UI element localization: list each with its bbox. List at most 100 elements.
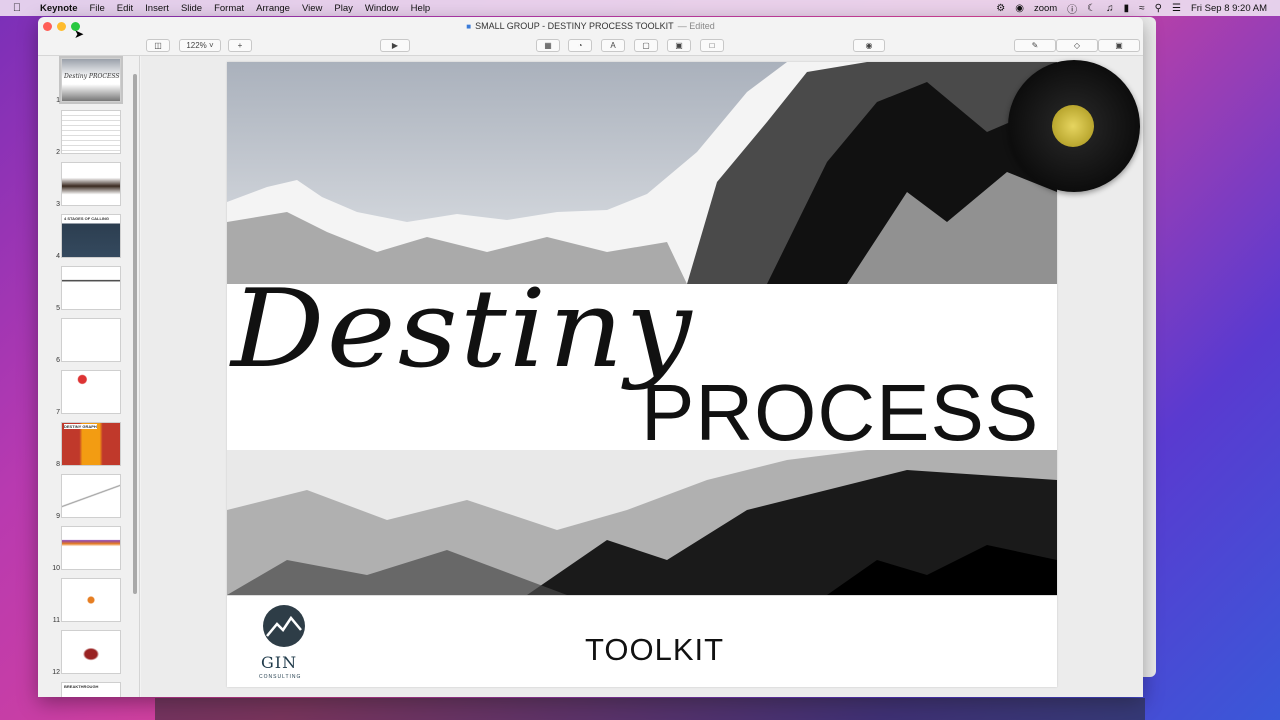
slide-thumb-title: Destiny PROCESS — [64, 73, 120, 80]
slide-thumb-row[interactable]: 2 — [38, 108, 138, 158]
text-button[interactable]: A — [601, 38, 625, 52]
control-center-icon[interactable]: ☰ — [1167, 3, 1186, 14]
slide-thumbnail[interactable] — [61, 630, 121, 674]
minimize-button[interactable] — [57, 22, 66, 31]
add-slide-button[interactable]: + — [228, 38, 252, 52]
slide-thumb-row[interactable]: DESTINY GRAPH 8 — [38, 420, 138, 470]
view-button[interactable]: ◫ — [146, 38, 170, 52]
camera-overlay[interactable] — [1008, 60, 1140, 192]
slide-thumb-row[interactable]: 3 — [38, 160, 138, 210]
slide-thumb-row[interactable]: 6 — [38, 316, 138, 366]
table-button[interactable]: ▦ — [536, 38, 560, 52]
title-bar[interactable]: ■ SMALL GROUP - DESTINY PROCESS TOOLKIT … — [38, 17, 1143, 35]
text-icon: A — [610, 40, 616, 50]
menu-view[interactable]: View — [296, 3, 328, 14]
chart-button[interactable]: ◔ — [568, 38, 592, 52]
menu-play[interactable]: Play — [328, 3, 358, 14]
collaborate-button[interactable]: ◉ — [853, 38, 885, 52]
slide-number: 9 — [56, 513, 60, 520]
format-button[interactable]: ✎ — [1014, 38, 1056, 52]
window-title: SMALL GROUP - DESTINY PROCESS TOOLKIT — [475, 21, 674, 31]
slide-thumb-title: 4 STAGES OF CALLING — [64, 216, 110, 221]
sidebar-scrollbar[interactable] — [133, 74, 137, 594]
media-button[interactable]: ▣ — [667, 38, 691, 52]
menu-arrange[interactable]: Arrange — [250, 3, 296, 14]
dock — [155, 698, 1145, 720]
clock[interactable]: Fri Sep 8 9:20 AM — [1186, 3, 1272, 14]
play-icon: ▶ — [391, 40, 399, 50]
gear-icon[interactable]: ⚙ — [991, 3, 1010, 14]
moon-icon[interactable]: ☾ — [1082, 3, 1101, 14]
slide-thumbnail[interactable]: Destiny PROCESS — [59, 56, 123, 104]
cursor-icon: ➤ — [74, 27, 85, 41]
slide-thumbnail[interactable]: 4 STAGES OF CALLING — [61, 214, 121, 258]
slide-thumb-row[interactable]: 9 — [38, 472, 138, 522]
menu-format[interactable]: Format — [208, 3, 250, 14]
play-button[interactable]: ▶ — [380, 38, 410, 52]
slide-thumbnail[interactable]: DESTINY GRAPH — [61, 422, 121, 466]
slide-thumbnail[interactable] — [61, 162, 121, 206]
slide-navigator: Destiny PROCESS 1 2 3 4 STAGES OF CALLIN… — [38, 56, 140, 697]
info-icon[interactable]: ⓘ — [1062, 1, 1082, 16]
slide-thumbnail[interactable] — [61, 318, 121, 362]
slide-footer-title[interactable]: TOOLKIT — [585, 632, 724, 668]
slide-thumb-row[interactable]: BREAKTHROUGH — [38, 680, 138, 697]
slide-number: 7 — [56, 409, 60, 416]
shape-icon: ▢ — [642, 40, 650, 50]
slide-thumb-row[interactable]: 4 STAGES OF CALLING 4 — [38, 212, 138, 262]
slide-thumb-row[interactable]: 7 — [38, 368, 138, 418]
slide-number: 10 — [52, 565, 60, 572]
animate-button[interactable]: ◇ — [1056, 38, 1098, 52]
battery-icon[interactable]: ▮ — [1119, 3, 1135, 14]
collaborate-icon: ◉ — [865, 40, 873, 50]
slide-thumb-title: DESTINY GRAPH — [64, 424, 97, 429]
slide-thumbnail[interactable]: BREAKTHROUGH — [61, 682, 121, 697]
document-icon: ■ — [466, 21, 472, 31]
close-button[interactable] — [43, 22, 52, 31]
wifi-icon[interactable]: ≈ — [1134, 3, 1150, 14]
apple-icon[interactable]:  — [0, 2, 34, 14]
menu-edit[interactable]: Edit — [111, 3, 139, 14]
document-panel-icon: ▣ — [1115, 40, 1123, 50]
menu-help[interactable]: Help — [405, 3, 437, 14]
slide-thumbnail[interactable] — [61, 266, 121, 310]
slide-thumbnail[interactable] — [61, 474, 121, 518]
keynote-window: ■ SMALL GROUP - DESTINY PROCESS TOOLKIT … — [38, 17, 1143, 697]
image-icon: ▣ — [675, 40, 683, 50]
brush-icon: ✎ — [1031, 40, 1039, 50]
mountain-photo-top — [227, 62, 1057, 284]
slide-thumbnail[interactable] — [61, 370, 121, 414]
toolbar: ◫ 122% ˅ + ▶ ▦ ◔ A ▢ ▣ □ ◉ ✎ ◇ ▣ — [38, 35, 1143, 55]
search-icon[interactable]: ⚲ — [1150, 3, 1167, 14]
slide-thumb-row[interactable]: 12 — [38, 628, 138, 678]
document-button[interactable]: ▣ — [1098, 38, 1140, 52]
menu-bar:  Keynote File Edit Insert Slide Format … — [0, 0, 1280, 16]
menu-app[interactable]: Keynote — [34, 3, 83, 14]
slide-thumb-row[interactable]: Destiny PROCESS 1 — [38, 56, 138, 106]
menu-insert[interactable]: Insert — [139, 3, 175, 14]
slide-thumbnail[interactable] — [61, 110, 121, 154]
slide-headline[interactable]: PROCESS — [641, 367, 1039, 459]
status-area: ⚙ ◉ zoom ⓘ ☾ ♫ ▮ ≈ ⚲ ☰ Fri Sep 8 9:20 AM — [991, 1, 1280, 16]
gin-logo-icon[interactable] — [259, 604, 309, 684]
zoom-select[interactable]: 122% ˅ — [179, 38, 221, 52]
shape-button[interactable]: ▢ — [634, 38, 658, 52]
slide-thumb-row[interactable]: 5 — [38, 264, 138, 314]
slide-script-title[interactable]: Destiny — [231, 267, 694, 392]
slide-thumb-row[interactable]: 11 — [38, 576, 138, 626]
slide-canvas[interactable]: Destiny PROCESS GIN CONSULTING TOOLKIT — [141, 56, 1143, 697]
slide-thumb-row[interactable]: 10 — [38, 524, 138, 574]
chevron-down-icon: ˅ — [209, 40, 214, 50]
current-slide[interactable]: Destiny PROCESS GIN CONSULTING TOOLKIT — [227, 62, 1057, 687]
chart-icon: ◔ — [577, 40, 583, 50]
comment-button[interactable]: □ — [700, 38, 724, 52]
menu-slide[interactable]: Slide — [175, 3, 208, 14]
sidebar-icon: ◫ — [154, 40, 162, 50]
slide-thumbnail[interactable] — [61, 578, 121, 622]
menu-file[interactable]: File — [83, 3, 110, 14]
volume-icon[interactable]: ♫ — [1101, 3, 1119, 14]
menu-window[interactable]: Window — [359, 3, 405, 14]
slide-thumbnail[interactable] — [61, 526, 121, 570]
zoom-status[interactable]: zoom — [1029, 3, 1062, 14]
record-icon[interactable]: ◉ — [1010, 3, 1029, 14]
